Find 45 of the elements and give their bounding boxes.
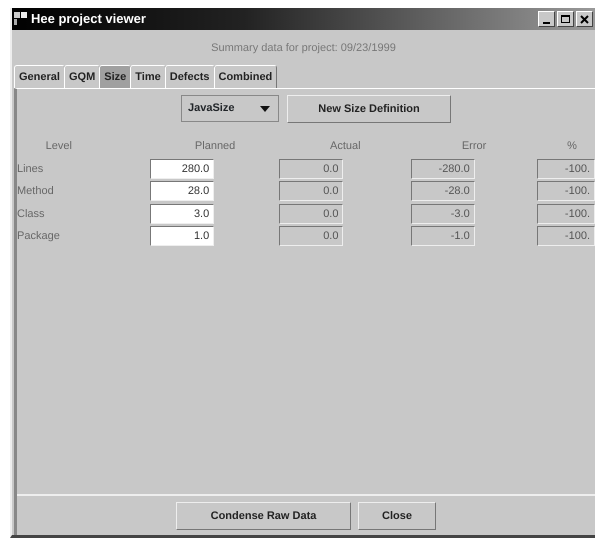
readonly-field: -1.0 (410, 226, 475, 246)
input-field[interactable]: 280.0 (150, 158, 214, 179)
readonly-field: -100. (537, 226, 595, 246)
column-header: Planned (194, 139, 236, 154)
readonly-field: -3.0 (410, 204, 475, 224)
readonly-field: -280.0 (410, 158, 475, 179)
readonly-field: 0.0 (279, 181, 344, 202)
readonly-field: -100. (537, 204, 595, 224)
column-header: Error (460, 139, 488, 154)
readonly-field: 0.0 (279, 158, 344, 179)
summary-text: Summary data for project: 09/23/1999 (210, 41, 397, 56)
readonly-field: 0.0 (279, 204, 344, 224)
close-icon (579, 14, 590, 24)
maximize-button[interactable] (557, 11, 574, 27)
close-button[interactable]: Close (358, 502, 436, 530)
window-title: Hee project viewer (31, 10, 146, 28)
readonly-field: -28.0 (410, 181, 475, 202)
tab[interactable]: GQM (64, 64, 100, 88)
app-icon (14, 12, 28, 26)
caret-icon (260, 106, 270, 112)
input-field[interactable]: 28.0 (150, 181, 214, 202)
column-header: Level (44, 139, 73, 154)
tab[interactable]: Combined (214, 64, 278, 88)
tab[interactable]: Time (130, 64, 166, 88)
minimize-button[interactable] (538, 11, 555, 27)
readonly-field: -100. (537, 181, 595, 202)
condense-raw-data-button[interactable]: Condense Raw Data (176, 502, 351, 530)
tab[interactable]: General (14, 64, 65, 88)
row-label: Class (17, 206, 46, 222)
tab[interactable]: Defects (164, 64, 214, 88)
row-label: Method (17, 184, 55, 199)
row-label: Lines (17, 162, 44, 176)
tab[interactable]: Size (99, 64, 132, 88)
new-size-definition-button[interactable]: New Size Definition (287, 95, 451, 123)
size-dropdown[interactable]: JavaSize (181, 95, 279, 122)
minimize-icon (543, 22, 550, 24)
close-button[interactable] (576, 11, 593, 27)
column-header: % (566, 139, 578, 154)
maximize-icon (560, 14, 571, 24)
input-field[interactable]: 3.0 (150, 204, 214, 224)
input-field[interactable]: 1.0 (150, 226, 214, 246)
readonly-field: 0.0 (279, 226, 344, 246)
column-header: Actual (329, 139, 362, 154)
row-label: Package (17, 229, 61, 244)
readonly-field: -100. (537, 158, 595, 179)
